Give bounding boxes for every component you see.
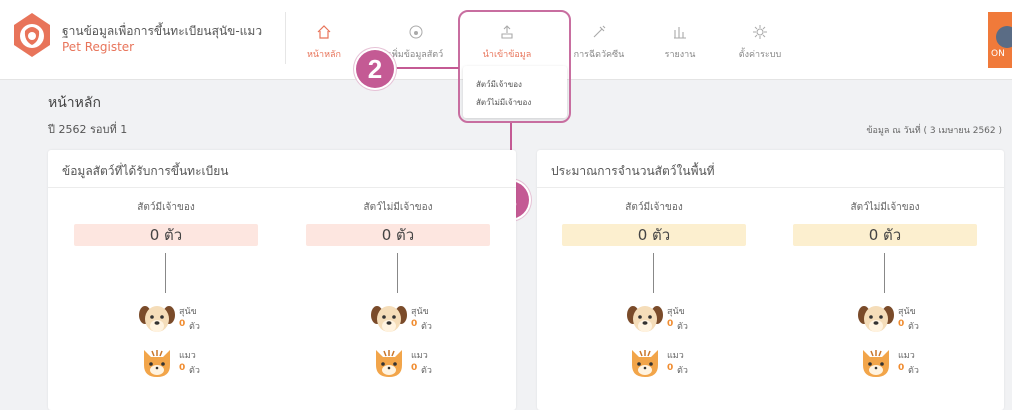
cat-label: แมว bbox=[667, 351, 684, 361]
unowned-column: สัตว์ไม่มีเจ้าของ 0 ตัว สุนัข 0 ตัว แมว … bbox=[793, 200, 977, 377]
annotation-highlight-box bbox=[458, 10, 571, 123]
chart-icon bbox=[674, 27, 686, 39]
cat-label: แมว bbox=[898, 351, 915, 361]
dog-stat: สุนัข 0 ตัว bbox=[858, 303, 919, 335]
cat-count: 0 bbox=[898, 363, 905, 373]
registered-animals-card: ข้อมูลสัตว์ที่ได้รับการขึ้นทะเบียน สัตว์… bbox=[48, 150, 516, 410]
estimated-animals-card: ประมาณการจำนวนสัตว์ในพื้นที่ สัตว์มีเจ้า… bbox=[537, 150, 1004, 410]
column-heading: สัตว์มีเจ้าของ bbox=[625, 202, 683, 213]
cat-stat: แมว 0 ตัว bbox=[858, 347, 919, 379]
cat-count: 0 bbox=[667, 363, 674, 373]
annotation-callout-2: 2 bbox=[356, 50, 394, 88]
round-label: ปี 2562 รอบที่ 1 bbox=[48, 123, 128, 136]
nav-settings-label: ตั้งค่าระบบ bbox=[738, 50, 782, 60]
online-button[interactable]: ON bbox=[988, 12, 1012, 68]
nav-vaccination-label: การฉีดวัคซีน bbox=[573, 50, 625, 60]
tree-connector bbox=[884, 253, 885, 293]
app-subtitle: Pet Register bbox=[62, 40, 135, 54]
owned-column: สัตว์มีเจ้าของ 0 ตัว สุนัข 0 ตัว แมว 0 ต… bbox=[74, 200, 258, 377]
cat-label: แมว bbox=[411, 351, 428, 361]
nav-settings[interactable]: ตั้งค่าระบบ bbox=[718, 24, 802, 61]
dog-label: สุนัข bbox=[898, 307, 916, 317]
dog-unit: ตัว bbox=[189, 322, 200, 332]
total-count: 0 ตัว bbox=[793, 224, 977, 246]
cat-unit: ตัว bbox=[677, 366, 688, 376]
app-title: ฐานข้อมูลเพื่อการขึ้นทะเบียนสุนัข-แมว bbox=[62, 24, 263, 38]
cat-unit: ตัว bbox=[908, 366, 919, 376]
dog-label: สุนัข bbox=[667, 307, 685, 317]
dog-icon bbox=[858, 306, 894, 332]
cat-unit: ตัว bbox=[189, 366, 200, 376]
cat-unit: ตัว bbox=[421, 366, 432, 376]
total-count: 0 ตัว bbox=[306, 224, 490, 246]
column-heading: สัตว์มีเจ้าของ bbox=[137, 202, 195, 213]
dog-icon bbox=[139, 306, 175, 332]
nav-report-label: รายงาน bbox=[664, 50, 696, 60]
cat-icon bbox=[376, 350, 402, 377]
nav-report[interactable]: รายงาน bbox=[638, 24, 722, 61]
total-count: 0 ตัว bbox=[562, 224, 746, 246]
nav-home-label: หน้าหลัก bbox=[306, 50, 342, 60]
column-heading: สัตว์ไม่มีเจ้าของ bbox=[850, 202, 920, 213]
card-divider bbox=[48, 187, 516, 188]
cat-count: 0 bbox=[411, 363, 418, 373]
total-count: 0 ตัว bbox=[74, 224, 258, 246]
cat-stat: แมว 0 ตัว bbox=[139, 347, 200, 379]
page-title: หน้าหลัก bbox=[48, 95, 101, 111]
cat-count: 0 bbox=[179, 363, 186, 373]
cat-stat: แมว 0 ตัว bbox=[627, 347, 688, 379]
dog-label: สุนัข bbox=[411, 307, 429, 317]
tree-connector bbox=[397, 253, 398, 293]
data-date-label: ข้อมูล ณ วันที่ ( 3 เมษายน 2562 ) bbox=[866, 126, 1002, 136]
dog-icon bbox=[371, 306, 407, 332]
card-title: ข้อมูลสัตว์ที่ได้รับการขึ้นทะเบียน bbox=[62, 164, 229, 178]
unowned-column: สัตว์ไม่มีเจ้าของ 0 ตัว สุนัข 0 ตัว แมว … bbox=[306, 200, 490, 377]
cat-label: แมว bbox=[179, 351, 196, 361]
dog-count: 0 bbox=[179, 319, 186, 329]
owned-column: สัตว์มีเจ้าของ 0 ตัว สุนัข 0 ตัว แมว 0 ต… bbox=[562, 200, 746, 377]
cat-stat: แมว 0 ตัว bbox=[371, 347, 432, 379]
dog-unit: ตัว bbox=[908, 322, 919, 332]
dog-label: สุนัข bbox=[179, 307, 197, 317]
home-icon bbox=[317, 25, 331, 39]
dog-unit: ตัว bbox=[677, 322, 688, 332]
dog-count: 0 bbox=[898, 319, 905, 329]
syringe-icon bbox=[593, 25, 606, 38]
nav-add-animal-label: เพิ่มข้อมูลสัตว์ bbox=[388, 50, 444, 60]
card-title: ประมาณการจำนวนสัตว์ในพื้นที่ bbox=[551, 164, 715, 178]
cat-icon bbox=[863, 350, 889, 377]
dog-unit: ตัว bbox=[421, 322, 432, 332]
cat-icon bbox=[144, 350, 170, 377]
dog-count: 0 bbox=[667, 319, 674, 329]
paw-icon bbox=[409, 25, 423, 39]
nav-home[interactable]: หน้าหลัก bbox=[282, 24, 366, 61]
app-logo-icon[interactable] bbox=[10, 11, 54, 59]
card-divider bbox=[537, 187, 1004, 188]
tree-connector bbox=[653, 253, 654, 293]
dog-stat: สุนัข 0 ตัว bbox=[627, 303, 688, 335]
dog-stat: สุนัข 0 ตัว bbox=[139, 303, 200, 335]
column-heading: สัตว์ไม่มีเจ้าของ bbox=[363, 202, 433, 213]
dog-count: 0 bbox=[411, 319, 418, 329]
dog-icon bbox=[627, 306, 663, 332]
dog-stat: สุนัข 0 ตัว bbox=[371, 303, 432, 335]
online-label: ON bbox=[991, 49, 1005, 59]
cat-icon bbox=[632, 350, 658, 377]
gear-icon bbox=[753, 25, 767, 39]
tree-connector bbox=[165, 253, 166, 293]
annotation-connector-2 bbox=[395, 67, 459, 69]
user-avatar bbox=[996, 26, 1012, 48]
